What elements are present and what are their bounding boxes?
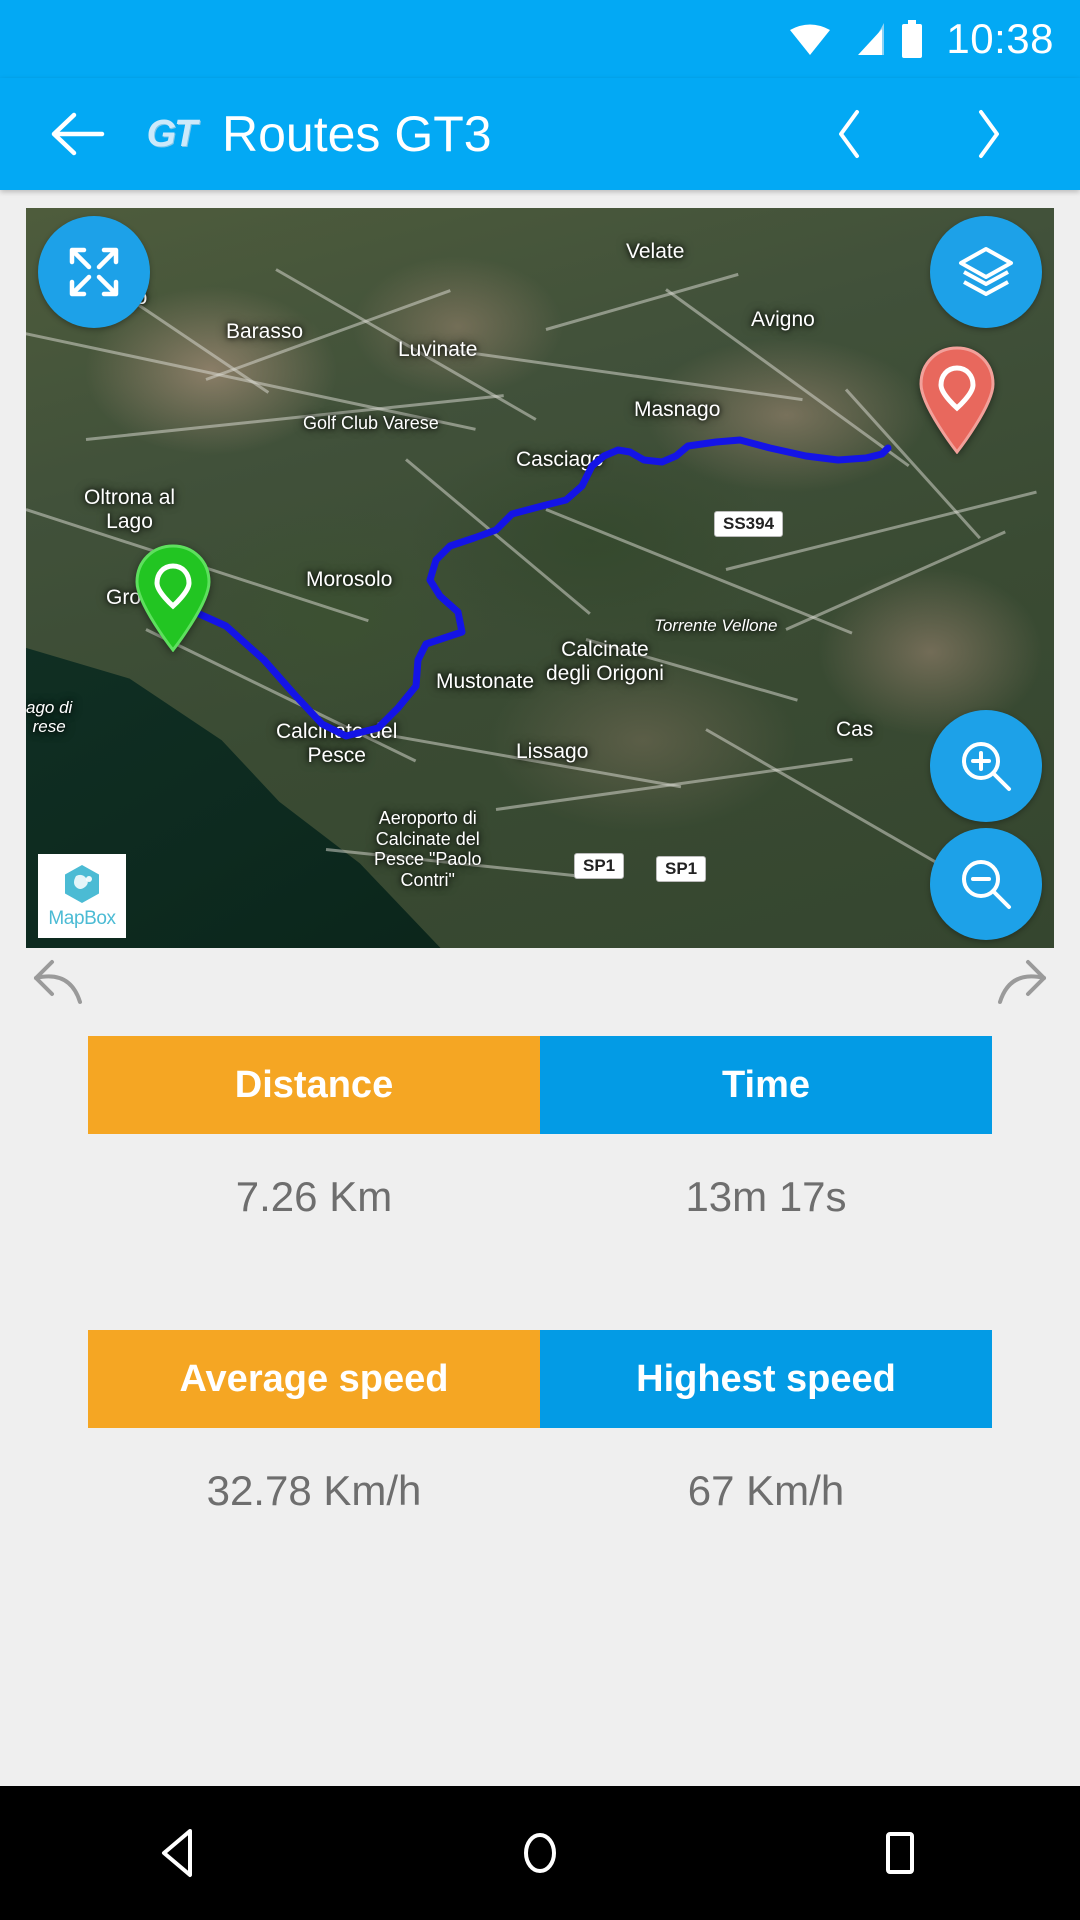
zoom-out-button[interactable] — [930, 828, 1042, 940]
map-layers-icon — [959, 247, 1013, 296]
undo-button[interactable] — [30, 956, 96, 1015]
stat-header-distance[interactable]: Distance — [88, 1036, 540, 1134]
nav-home-circle-icon — [524, 1833, 556, 1873]
undo-arrow-icon — [34, 959, 82, 1004]
stat-value-time: 13m 17s — [685, 1173, 847, 1220]
nav-recents-button[interactable] — [825, 1786, 975, 1920]
stats-group-distance-time: Distance Time 7.26 Km 13m 17s — [88, 1036, 992, 1260]
fullscreen-expand-icon — [69, 247, 119, 297]
magnifier-minus-icon — [962, 860, 1011, 909]
stats-value-row: 7.26 Km 13m 17s — [88, 1134, 992, 1260]
stats-header-row: Distance Time — [88, 1036, 992, 1134]
stat-header-time[interactable]: Time — [540, 1036, 992, 1134]
redo-button[interactable] — [984, 956, 1050, 1015]
stat-value-average-speed: 32.78 Km/h — [206, 1467, 422, 1514]
system-navigation-bar — [0, 1786, 1080, 1920]
chevron-right-icon — [979, 110, 999, 158]
start-marker-pin[interactable] — [130, 542, 216, 652]
route-map[interactable]: VelateAvignorioBarassoLuvinateGolf Club … — [26, 208, 1054, 948]
zoom-in-button[interactable] — [930, 710, 1042, 822]
status-bar-time: 10:38 — [946, 15, 1054, 62]
mapbox-globe-icon — [65, 865, 99, 903]
battery-icon — [900, 20, 924, 58]
previous-route-button[interactable] — [814, 98, 886, 170]
mapbox-attribution[interactable]: MapBox — [38, 854, 126, 938]
back-button[interactable] — [46, 102, 110, 166]
map-layers-button[interactable] — [930, 216, 1042, 328]
statistics-section: Distance Time 7.26 Km 13m 17s Average sp… — [0, 1036, 1080, 1554]
nav-back-button[interactable] — [105, 1786, 255, 1920]
app-logo: GT — [146, 112, 198, 155]
stats-group-speed: Average speed Highest speed 32.78 Km/h 6… — [88, 1330, 992, 1554]
mapbox-logo-text: MapBox — [48, 908, 116, 929]
arrow-left-icon — [51, 112, 105, 156]
stats-value-row: 32.78 Km/h 67 Km/h — [88, 1428, 992, 1554]
nav-recents-square-icon — [886, 1832, 914, 1874]
stats-header-row: Average speed Highest speed — [88, 1330, 992, 1428]
signal-icon — [846, 21, 886, 57]
magnifier-plus-icon — [962, 742, 1011, 791]
stat-value-highest-speed: 67 Km/h — [687, 1467, 845, 1514]
stat-value-distance: 7.26 Km — [235, 1173, 393, 1220]
app-bar: GT Routes GT3 — [0, 78, 1080, 190]
status-bar: 10:38 — [0, 0, 1080, 78]
nav-home-button[interactable] — [465, 1786, 615, 1920]
stat-header-average-speed[interactable]: Average speed — [88, 1330, 540, 1428]
next-route-button[interactable] — [952, 98, 1024, 170]
page-title: Routes GT3 — [222, 106, 492, 162]
map-section: VelateAvignorioBarassoLuvinateGolf Club … — [26, 208, 1054, 948]
nav-back-triangle-icon — [162, 1829, 192, 1877]
wifi-icon — [788, 21, 832, 57]
fullscreen-button[interactable] — [38, 216, 150, 328]
redo-arrow-icon — [998, 959, 1046, 1004]
history-controls — [26, 948, 1054, 1022]
stat-header-highest-speed[interactable]: Highest speed — [540, 1330, 992, 1428]
end-marker-pin[interactable] — [914, 344, 1000, 454]
chevron-left-icon — [839, 110, 859, 158]
